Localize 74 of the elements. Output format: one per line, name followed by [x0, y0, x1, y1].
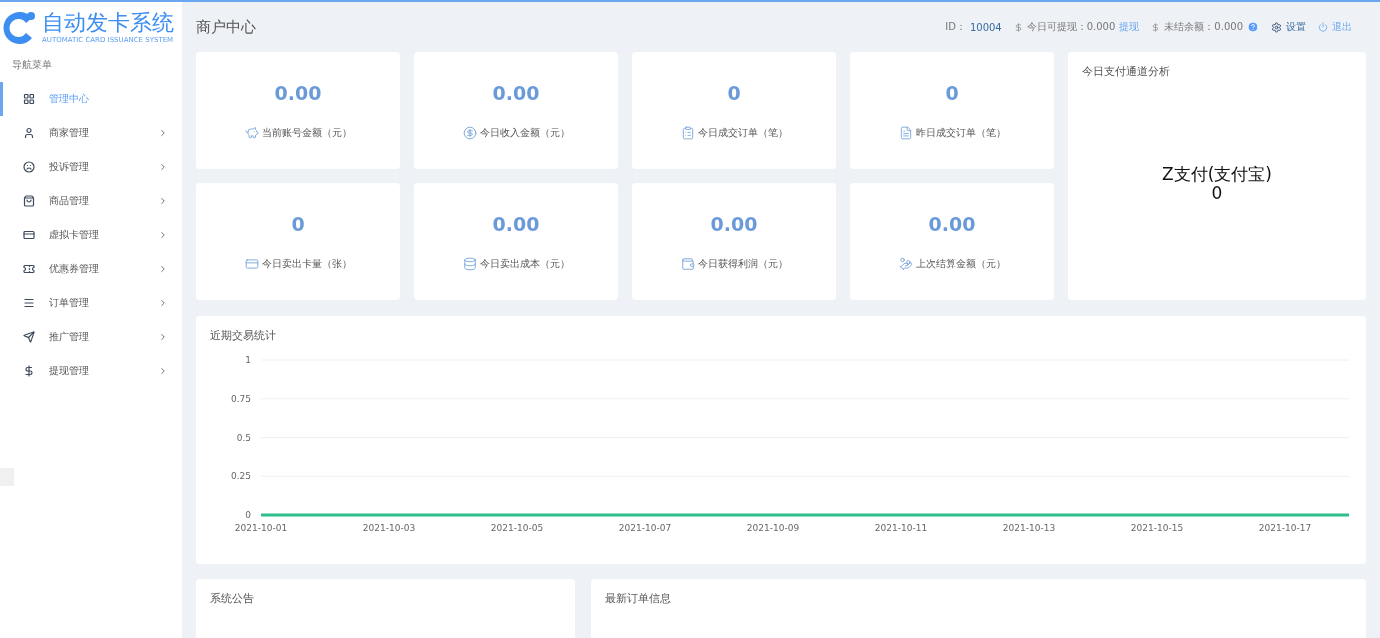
panel-title: 近期交易统计 — [210, 328, 277, 343]
x-tick-label: 2021-10-13 — [1002, 523, 1056, 533]
stat-label: 今日收入金额（元） — [479, 125, 570, 140]
ticket-icon — [23, 263, 35, 275]
stat-value: 0 — [727, 81, 741, 104]
settings-link[interactable]: 设置 — [1271, 20, 1306, 34]
logo-title: 自动发卡系统 — [42, 12, 174, 34]
card-icon — [23, 229, 35, 241]
stat-label: 上次结算金额（元） — [915, 256, 1006, 271]
menu-icon — [23, 297, 35, 309]
power-icon — [1318, 22, 1328, 32]
bag-icon — [23, 195, 35, 207]
nav-item[interactable]: 虚拟卡管理 — [0, 218, 182, 252]
clipboard-icon — [680, 125, 695, 140]
database-icon — [462, 256, 477, 271]
piggy-bank-icon — [244, 125, 259, 140]
wallet-icon — [680, 256, 695, 271]
x-tick-label: 2021-10-05 — [490, 523, 544, 533]
dollar-icon — [1013, 22, 1023, 32]
nav-heading: 导航菜单 — [11, 58, 53, 72]
x-tick-label: 2021-10-03 — [362, 523, 416, 533]
grid-icon — [23, 93, 35, 105]
document-icon — [898, 125, 913, 140]
nav-item[interactable]: 商家管理 — [0, 116, 182, 150]
stat-label: 今日卖出成本（元） — [479, 256, 570, 271]
x-tick-label: 2021-10-07 — [618, 523, 672, 533]
y-tick-label: 0 — [245, 510, 251, 520]
user-icon — [23, 127, 35, 139]
x-tick-label: 2021-10-15 — [1130, 523, 1184, 533]
stat-value: 0.00 — [710, 212, 758, 235]
nav-item[interactable]: 订单管理 — [0, 286, 182, 320]
stat-label: 今日卖出卡量（张） — [261, 256, 352, 271]
dollar-icon — [23, 365, 35, 377]
stat-label: 今日获得利润（元） — [697, 256, 788, 271]
paper-plane-icon — [23, 331, 35, 343]
page-title: 商户中心 — [196, 17, 256, 37]
gear-icon — [1271, 21, 1282, 33]
stat-value: 0 — [945, 81, 959, 104]
help-icon[interactable] — [1247, 21, 1259, 33]
y-tick-label: 1 — [245, 355, 251, 365]
y-tick-label: 0.5 — [236, 432, 251, 443]
id-label: ID： — [945, 20, 966, 34]
hand-coins-icon — [898, 256, 913, 271]
stat-label: 今日成交订单（笔） — [697, 125, 788, 140]
dollar-icon — [1151, 22, 1161, 32]
x-tick-label: 2021-10-11 — [874, 523, 928, 533]
stat-value: 0.00 — [274, 81, 322, 104]
nav-item[interactable]: 优惠券管理 — [0, 252, 182, 286]
nav-item[interactable]: 提现管理 — [0, 354, 182, 388]
channel-count: 0 — [1211, 183, 1223, 203]
withdrawable-amount: 今日可提现：0.000 — [1026, 20, 1116, 34]
id-value: 10004 — [969, 21, 1002, 33]
frown-icon — [23, 161, 35, 173]
stat-value: 0.00 — [492, 212, 540, 235]
nav-item[interactable]: 推广管理 — [0, 320, 182, 354]
stat-label: 当前账号金额（元） — [261, 125, 352, 140]
x-tick-label: 2021-10-17 — [1258, 523, 1312, 533]
stat-value: 0.00 — [492, 81, 540, 104]
stat-label: 昨日成交订单（笔） — [915, 125, 1006, 140]
nav-item[interactable]: 投诉管理 — [0, 150, 182, 184]
coin-icon — [462, 125, 477, 140]
x-tick-label: 2021-10-09 — [746, 523, 800, 533]
y-tick-label: 0.75 — [230, 393, 251, 404]
y-tick-label: 0.25 — [230, 471, 251, 482]
nav-item[interactable]: 商品管理 — [0, 184, 182, 218]
x-tick-label: 2021-10-01 — [234, 523, 288, 533]
stat-value: 0 — [291, 212, 305, 235]
unsettled-amount: 未结余额：0.000 — [1164, 20, 1243, 34]
panel-title: 最新订单信息 — [605, 591, 672, 606]
panel-title: 今日支付通道分析 — [1082, 64, 1171, 79]
card-icon — [244, 256, 259, 271]
panel-title: 系统公告 — [210, 591, 255, 606]
channel-name: Z支付(支付宝) — [1162, 164, 1272, 184]
stat-value: 0.00 — [928, 212, 976, 235]
